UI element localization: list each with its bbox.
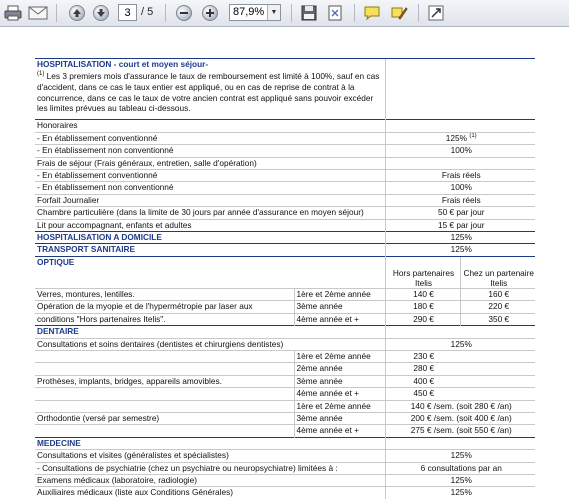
row-label: Examens médicaux (laboratoire, radiologi…	[35, 473, 385, 487]
row-value: 200 € /sem. (soit 400 € /an)	[384, 411, 535, 425]
row-label: Forfait Journalier	[35, 193, 385, 207]
year-label: 1ère et 2ème année	[293, 288, 385, 301]
year-label: 3ème année	[293, 300, 385, 314]
row-label: Prothèses, implants, bridges, appareils …	[35, 374, 294, 388]
highlight-icon[interactable]	[388, 3, 410, 23]
row-label: Consultations et visites (généralistes e…	[35, 449, 385, 463]
year-label: 1ère et 2ème année	[293, 350, 385, 363]
year-label: 3ème année	[293, 374, 385, 388]
row-value: 100%	[384, 144, 535, 158]
next-page-icon[interactable]	[91, 3, 111, 23]
page-number-input[interactable]: 3	[118, 4, 137, 21]
row-value: 140 € /sem. (soit 280 € /an)	[384, 399, 535, 413]
row-label: Lit pour accompagnant, enfants et adulte…	[35, 218, 385, 232]
row-value: 140 €	[384, 288, 460, 301]
section-medecine: MEDECINE	[35, 436, 385, 450]
chevron-down-icon[interactable]: ▼	[267, 5, 280, 20]
row-label: - En établissement conventionné	[35, 168, 385, 182]
row-value: 125%	[384, 243, 535, 257]
row-value: 125%	[384, 473, 535, 487]
print-icon[interactable]	[3, 3, 23, 23]
row-value: 400 €	[384, 374, 460, 388]
email-icon[interactable]	[27, 3, 49, 23]
row-value: 6 consultations par an	[384, 461, 535, 475]
row-value: 275 € /sem. (soit 550 € /an)	[384, 424, 535, 438]
row-label: Verres, montures, lentilles.	[35, 288, 294, 301]
row-label: - Consultations de psychiatrie (chez un …	[35, 461, 385, 475]
row-value: 125%	[384, 449, 535, 463]
year-label: 4ème année et +	[293, 312, 385, 326]
hospitalisation-note: (1) Les 3 premiers mois d'assurance le t…	[37, 71, 380, 114]
row-label: Frais de séjour (Frais généraux, entreti…	[35, 156, 385, 170]
row-value: 50 € par jour	[384, 206, 535, 220]
row-label: Opération de la myopie et de l'hypermétr…	[35, 300, 294, 314]
year-label: 4ème année et +	[293, 387, 385, 401]
coverage-table: HOSPITALISATION - court et moyen séjour-…	[35, 58, 535, 499]
row-label: Consultations et soins dentaires (dentis…	[35, 337, 385, 351]
pdf-page: HOSPITALISATION - court et moyen séjour-…	[35, 58, 535, 499]
row-label: Honoraires	[35, 119, 385, 133]
section-hospitalisation: HOSPITALISATION - court et moyen séjour-	[35, 58, 385, 71]
year-label: 3ème année	[293, 411, 385, 425]
zoom-in-icon[interactable]	[200, 3, 220, 23]
row-label: - En établissement non conventionné	[35, 144, 385, 158]
zoom-value: 87,9%	[233, 6, 265, 18]
expand-icon[interactable]	[426, 3, 446, 23]
row-value: 160 €	[459, 288, 535, 301]
row-value: 180 €	[384, 300, 460, 314]
save-icon[interactable]	[299, 3, 319, 23]
row-value: 125%	[384, 230, 535, 244]
year-label: 4ème année et +	[293, 424, 385, 438]
column-header-chez: Chez un partenaire Itelis	[459, 268, 535, 289]
year-label: 1ère et 2ème année	[293, 399, 385, 413]
row-label: - En établissement non conventionné	[35, 181, 385, 195]
page-count: / 5	[141, 6, 154, 18]
row-value: 290 €	[384, 312, 460, 326]
row-label: conditions "Hors partenaires Itelis".	[35, 312, 294, 326]
row-value: 230 €	[384, 350, 460, 363]
row-value: 220 €	[459, 300, 535, 314]
section-dentaire: DENTAIRE	[35, 325, 385, 339]
row-value: 15 € par jour	[384, 218, 535, 232]
section-transport: TRANSPORT SANITAIRE	[35, 243, 385, 257]
row-value: 125%	[384, 337, 535, 351]
year-label: 2ème année	[293, 362, 385, 376]
section-hospitalisation-domicile: HOSPITALISATION A DOMICILE	[35, 230, 385, 244]
row-value: Frais réels	[384, 193, 535, 207]
previous-page-icon[interactable]	[67, 3, 87, 23]
row-value: 100%	[384, 181, 535, 195]
row-label: - En établissement conventionné	[35, 131, 385, 145]
zoom-select[interactable]: 87,9% ▼	[229, 4, 281, 21]
comment-icon[interactable]	[361, 3, 383, 23]
row-label: Orthodontie (versé par semestre)	[35, 411, 294, 425]
row-value: 350 €	[459, 312, 535, 326]
row-value: 280 €	[384, 362, 460, 376]
fit-page-icon[interactable]	[325, 3, 345, 23]
section-optique: OPTIQUE	[35, 255, 385, 269]
row-value: Frais réels	[384, 168, 535, 182]
zoom-out-icon[interactable]	[174, 3, 194, 23]
row-value: 125% (1)	[384, 131, 535, 145]
toolbar: 3 / 5 87,9% ▼	[0, 0, 569, 27]
column-header-hors: Hors partenaires Itelis	[384, 268, 460, 289]
row-value: 450 €	[384, 387, 460, 401]
row-label: Chambre particulière (dans la limite de …	[35, 206, 385, 220]
